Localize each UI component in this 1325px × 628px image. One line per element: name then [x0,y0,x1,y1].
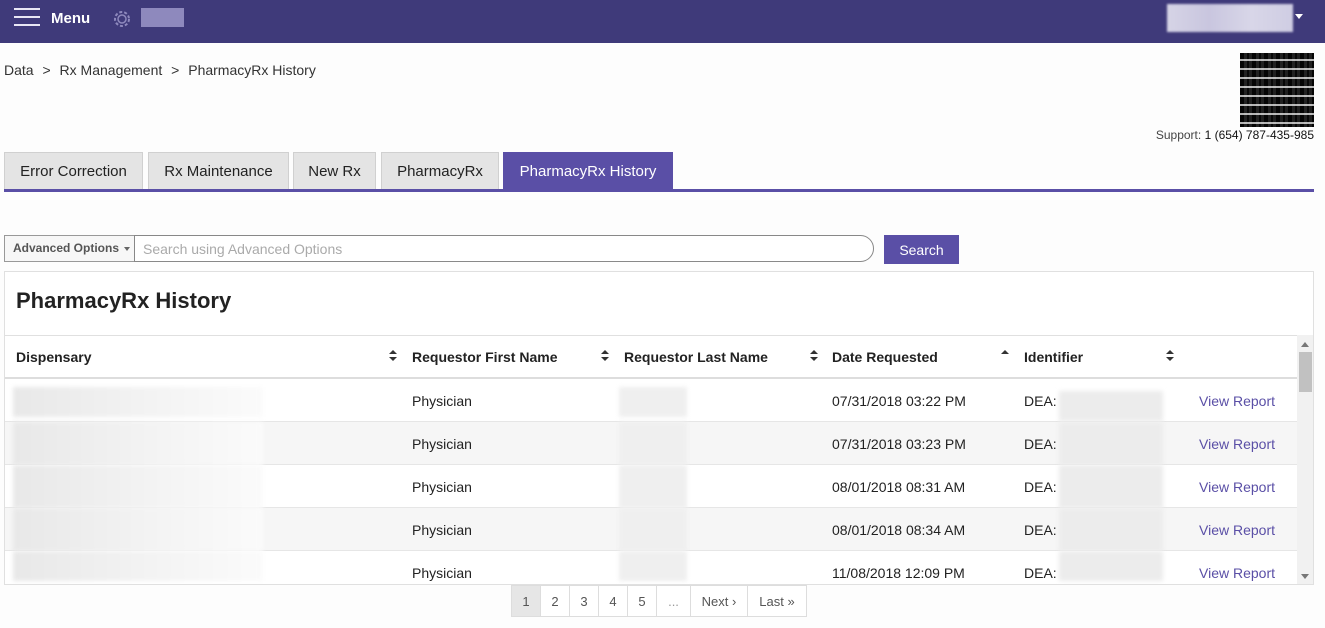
table-row: Physician 07/31/2018 03:23 PM DEA: View … [5,422,1297,465]
table-body: Physician 07/31/2018 03:22 PM DEA: View … [5,379,1297,584]
qr-code-image [1240,53,1314,127]
identifier-prefix: DEA: [1024,436,1057,452]
chevron-down-icon[interactable] [1295,14,1303,19]
identifier-prefix: DEA: [1024,565,1057,581]
requestor-last-name-cell-redacted [619,508,687,551]
identifier-value-redacted [1059,465,1163,508]
identifier-prefix: DEA: [1024,393,1057,409]
requestor-last-name-cell-redacted [619,387,687,417]
sort-icon[interactable] [601,350,609,362]
tab-rx-maintenance[interactable]: Rx Maintenance [148,152,289,189]
view-report-link[interactable]: View Report [1199,565,1275,581]
column-header-requestor-first-name[interactable]: Requestor First Name [412,349,557,365]
requestor-first-name-cell: Physician [412,393,472,409]
identifier-value-redacted [1059,391,1163,421]
support-label: Support: [1155,128,1202,142]
user-account-menu[interactable] [1167,4,1293,32]
requestor-first-name-cell: Physician [412,522,472,538]
page-ellipsis: ... [657,586,691,616]
table-scrollbar[interactable] [1297,335,1313,584]
top-navigation-bar: Menu [0,0,1325,43]
scroll-up-arrow-icon[interactable] [1301,342,1309,347]
requestor-first-name-cell: Physician [412,436,472,452]
advanced-options-label: Advanced Options [13,241,120,255]
table-row: Physician 11/08/2018 12:09 PM DEA: View … [5,551,1297,584]
date-requested-cell: 11/08/2018 12:09 PM [832,565,965,581]
scrollbar-thumb[interactable] [1299,352,1312,392]
breadcrumb-link-data[interactable]: Data [4,62,34,78]
dispensary-cell-redacted [13,465,263,508]
panel-title: PharmacyRx History [16,288,232,313]
column-header-dispensary[interactable]: Dispensary [16,349,91,365]
column-header-date-requested[interactable]: Date Requested [832,349,938,365]
dispensary-cell-redacted [13,508,263,551]
hamburger-menu-icon[interactable] [14,8,40,28]
identifier-value-redacted [1059,422,1163,465]
breadcrumb-link-rx-management[interactable]: Rx Management [60,62,163,78]
identifier-prefix: DEA: [1024,479,1057,495]
date-requested-cell: 07/31/2018 03:22 PM [832,393,966,409]
breadcrumb-separator: > [171,62,180,78]
sort-icon[interactable] [389,350,397,362]
support-phone: 1 (654) 787-435-985 [1204,128,1314,142]
search-input[interactable] [134,235,874,262]
requestor-last-name-cell-redacted [619,465,687,508]
dispensary-cell-redacted [13,422,263,465]
table-row: Physician 08/01/2018 08:31 AM DEA: View … [5,465,1297,508]
tab-error-correction[interactable]: Error Correction [4,152,143,189]
view-report-link[interactable]: View Report [1199,479,1275,495]
requestor-first-name-cell: Physician [412,565,472,581]
last-page-button[interactable]: Last » [748,586,806,616]
pagination: 1 2 3 4 5 ... Next › Last » [511,585,807,617]
dispensary-cell-redacted [13,387,263,417]
table-row: Physician 08/01/2018 08:34 AM DEA: View … [5,508,1297,551]
breadcrumb: Data > Rx Management > PharmacyRx Histor… [4,62,321,78]
gear-icon[interactable] [111,8,133,30]
history-panel: PharmacyRx History Dispensary Requestor … [4,271,1314,585]
identifier-prefix: DEA: [1024,522,1057,538]
requestor-last-name-cell-redacted [619,551,687,581]
dispensary-cell-redacted [13,551,263,581]
search-button[interactable]: Search [884,235,959,264]
page-4-button[interactable]: 4 [599,586,628,616]
tab-bar: Error Correction Rx Maintenance New Rx P… [4,152,1314,192]
table-row: Physician 07/31/2018 03:22 PM DEA: View … [5,379,1297,422]
menu-label[interactable]: Menu [51,10,90,27]
requestor-last-name-cell-redacted [619,422,687,465]
tab-pharmacyrx[interactable]: PharmacyRx [381,152,499,189]
table-header: Dispensary Requestor First Name Requesto… [5,335,1297,379]
page-1-button[interactable]: 1 [512,586,541,616]
breadcrumb-current-page: PharmacyRx History [188,62,316,78]
date-requested-cell: 08/01/2018 08:31 AM [832,479,966,495]
date-requested-cell: 07/31/2018 03:23 PM [832,436,966,452]
column-header-identifier[interactable]: Identifier [1024,349,1083,365]
sort-ascending-icon[interactable] [1001,350,1009,362]
sort-icon[interactable] [1166,350,1174,362]
requestor-first-name-cell: Physician [412,479,472,495]
app-logo [141,8,184,27]
page-5-button[interactable]: 5 [628,586,657,616]
tab-new-rx[interactable]: New Rx [293,152,376,189]
view-report-link[interactable]: View Report [1199,393,1275,409]
next-page-button[interactable]: Next › [691,586,748,616]
page-2-button[interactable]: 2 [541,586,570,616]
advanced-options-dropdown[interactable]: Advanced Options [4,235,135,262]
scroll-down-arrow-icon[interactable] [1301,574,1309,579]
tab-pharmacyrx-history[interactable]: PharmacyRx History [503,152,673,189]
breadcrumb-separator: > [42,62,51,78]
view-report-link[interactable]: View Report [1199,522,1275,538]
identifier-value-redacted [1059,551,1163,581]
column-header-requestor-last-name[interactable]: Requestor Last Name [624,349,768,365]
date-requested-cell: 08/01/2018 08:34 AM [832,522,966,538]
sort-icon[interactable] [810,350,818,362]
page-3-button[interactable]: 3 [570,586,599,616]
support-info: Support: 1 (654) 787-435-985 [1156,128,1314,142]
identifier-value-redacted [1059,508,1163,551]
caret-down-icon [124,246,131,251]
view-report-link[interactable]: View Report [1199,436,1275,452]
